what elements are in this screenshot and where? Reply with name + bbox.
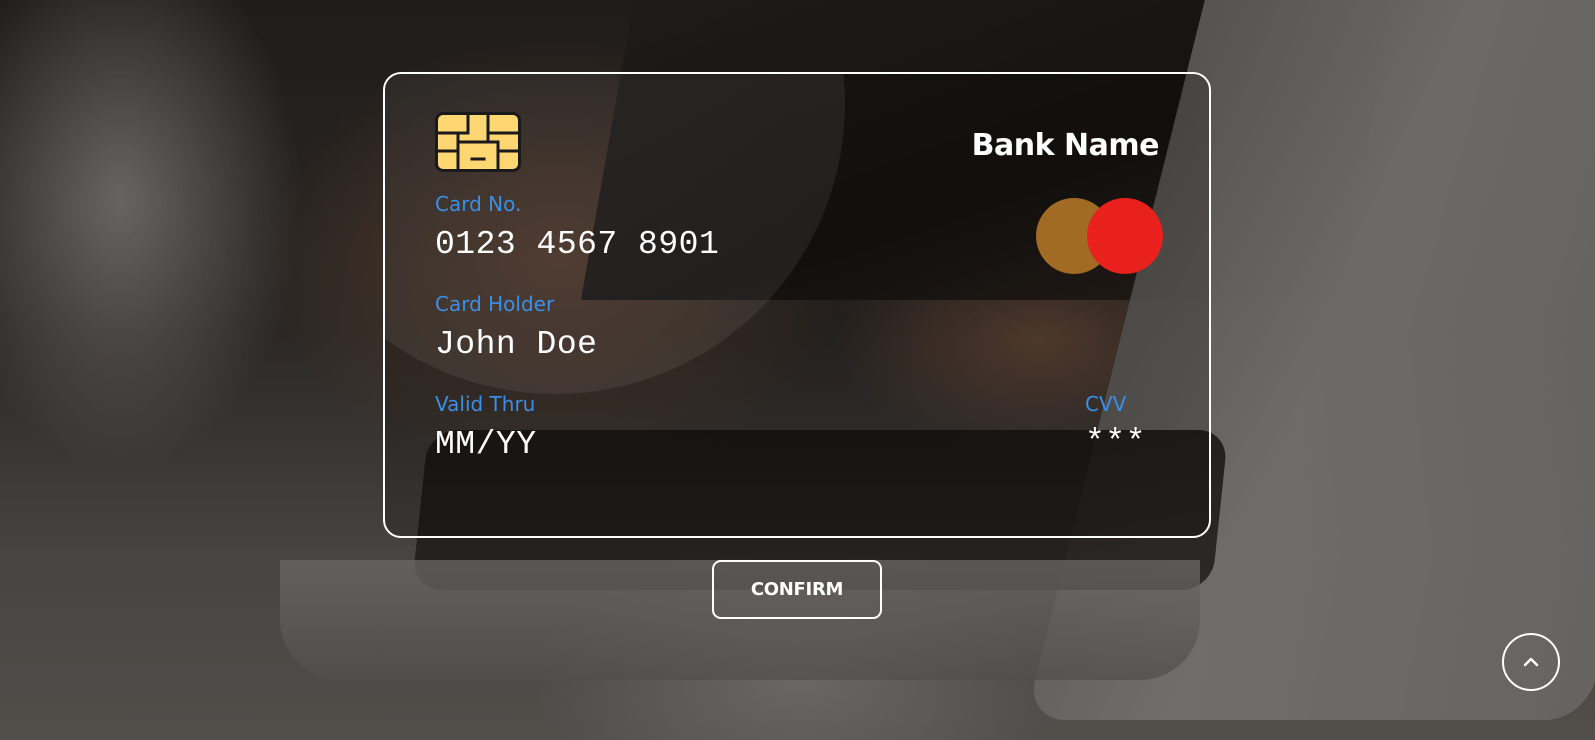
valid-thru-label: Valid Thru (435, 392, 536, 416)
card-number-label: Card No. (435, 192, 522, 216)
cvv-label: CVV (1085, 392, 1127, 416)
card-holder-value: John Doe (435, 326, 598, 363)
cvv-value: *** (1085, 424, 1146, 461)
logo-circle-right (1087, 198, 1163, 274)
card-number-value: 0123 4567 8901 (435, 226, 720, 263)
bank-name: Bank Name (971, 128, 1160, 163)
valid-thru-value: MM/YY (435, 426, 537, 463)
card-chip-icon (435, 112, 521, 172)
card-holder-label: Card Holder (435, 292, 555, 316)
credit-card: Bank Name Card No. 0123 4567 8901 Card H… (383, 72, 1211, 538)
scroll-to-top-button[interactable] (1502, 633, 1560, 691)
confirm-button[interactable]: CONFIRM (712, 560, 882, 619)
chevron-up-icon (1523, 657, 1539, 667)
mastercard-logo (1036, 198, 1164, 274)
